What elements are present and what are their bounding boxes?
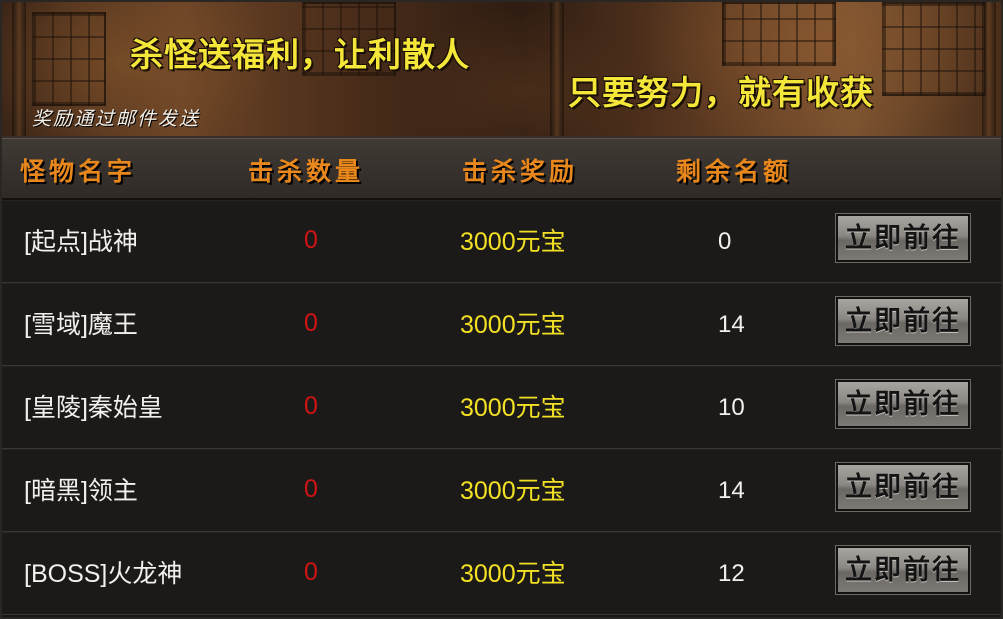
header-monster-name: 怪物名字: [20, 158, 137, 186]
table-row: [雪域]魔王 0 3000元宝 14 立即前往: [2, 283, 1001, 366]
go-now-button[interactable]: 立即前往: [835, 296, 971, 346]
kill-count: 0: [304, 226, 318, 254]
banner: 杀怪送福利，让利散人 只要努力，就有收获 奖励通过邮件发送: [2, 2, 1001, 138]
banner-pillar-decoration: [12, 2, 26, 136]
monster-name: [BOSS]火龙神: [24, 560, 183, 588]
kill-reward: 3000元宝: [460, 477, 566, 505]
remaining-slots: 12: [718, 560, 745, 587]
go-now-button[interactable]: 立即前往: [835, 379, 971, 429]
kill-reward: 3000元宝: [460, 228, 566, 256]
banner-window-decoration: [722, 2, 836, 66]
go-now-button[interactable]: 立即前往: [835, 462, 971, 512]
banner-pillar-decoration: [982, 2, 996, 136]
table-header: 怪物名字 击杀数量 击杀奖励 剩余名额: [2, 138, 1001, 200]
kill-count: 0: [304, 558, 318, 586]
header-remaining-slots: 剩余名额: [676, 158, 793, 186]
remaining-slots: 14: [718, 311, 745, 338]
kill-reward-panel: 杀怪送福利，让利散人 只要努力，就有收获 奖励通过邮件发送 怪物名字 击杀数量 …: [0, 0, 1003, 619]
table-row: [皇陵]秦始皇 0 3000元宝 10 立即前往: [2, 366, 1001, 449]
table-row: [起点]战神 0 3000元宝 0 立即前往: [2, 200, 1001, 283]
kill-count: 0: [304, 392, 318, 420]
go-now-button[interactable]: 立即前往: [835, 545, 971, 595]
remaining-slots: 14: [718, 477, 745, 504]
monster-name: [起点]战神: [24, 228, 138, 256]
table-row: [BOSS]火龙神 0 3000元宝 12 立即前往: [2, 532, 1001, 615]
header-kill-reward: 击杀奖励: [462, 158, 579, 186]
kill-count: 0: [304, 309, 318, 337]
banner-window-decoration: [32, 12, 106, 106]
banner-title-left: 杀怪送福利，让利散人: [130, 36, 470, 73]
monster-name: [暗黑]领主: [24, 477, 138, 505]
banner-title-right: 只要努力，就有收获: [568, 74, 874, 111]
remaining-slots: 0: [718, 228, 732, 255]
go-now-button[interactable]: 立即前往: [835, 213, 971, 263]
table-row: [暗黑]领主 0 3000元宝 14 立即前往: [2, 449, 1001, 532]
monster-list: [起点]战神 0 3000元宝 0 立即前往 [雪域]魔王 0 3000元宝 1…: [2, 200, 1001, 615]
monster-name: [皇陵]秦始皇: [24, 394, 163, 422]
kill-reward: 3000元宝: [460, 560, 566, 588]
kill-count: 0: [304, 475, 318, 503]
header-kill-count: 击杀数量: [248, 158, 365, 186]
kill-reward: 3000元宝: [460, 394, 566, 422]
banner-pillar-decoration: [550, 2, 564, 136]
banner-mail-note: 奖励通过邮件发送: [32, 108, 201, 130]
kill-reward: 3000元宝: [460, 311, 566, 339]
banner-window-decoration: [882, 2, 986, 96]
remaining-slots: 10: [718, 394, 745, 421]
monster-name: [雪域]魔王: [24, 311, 138, 339]
